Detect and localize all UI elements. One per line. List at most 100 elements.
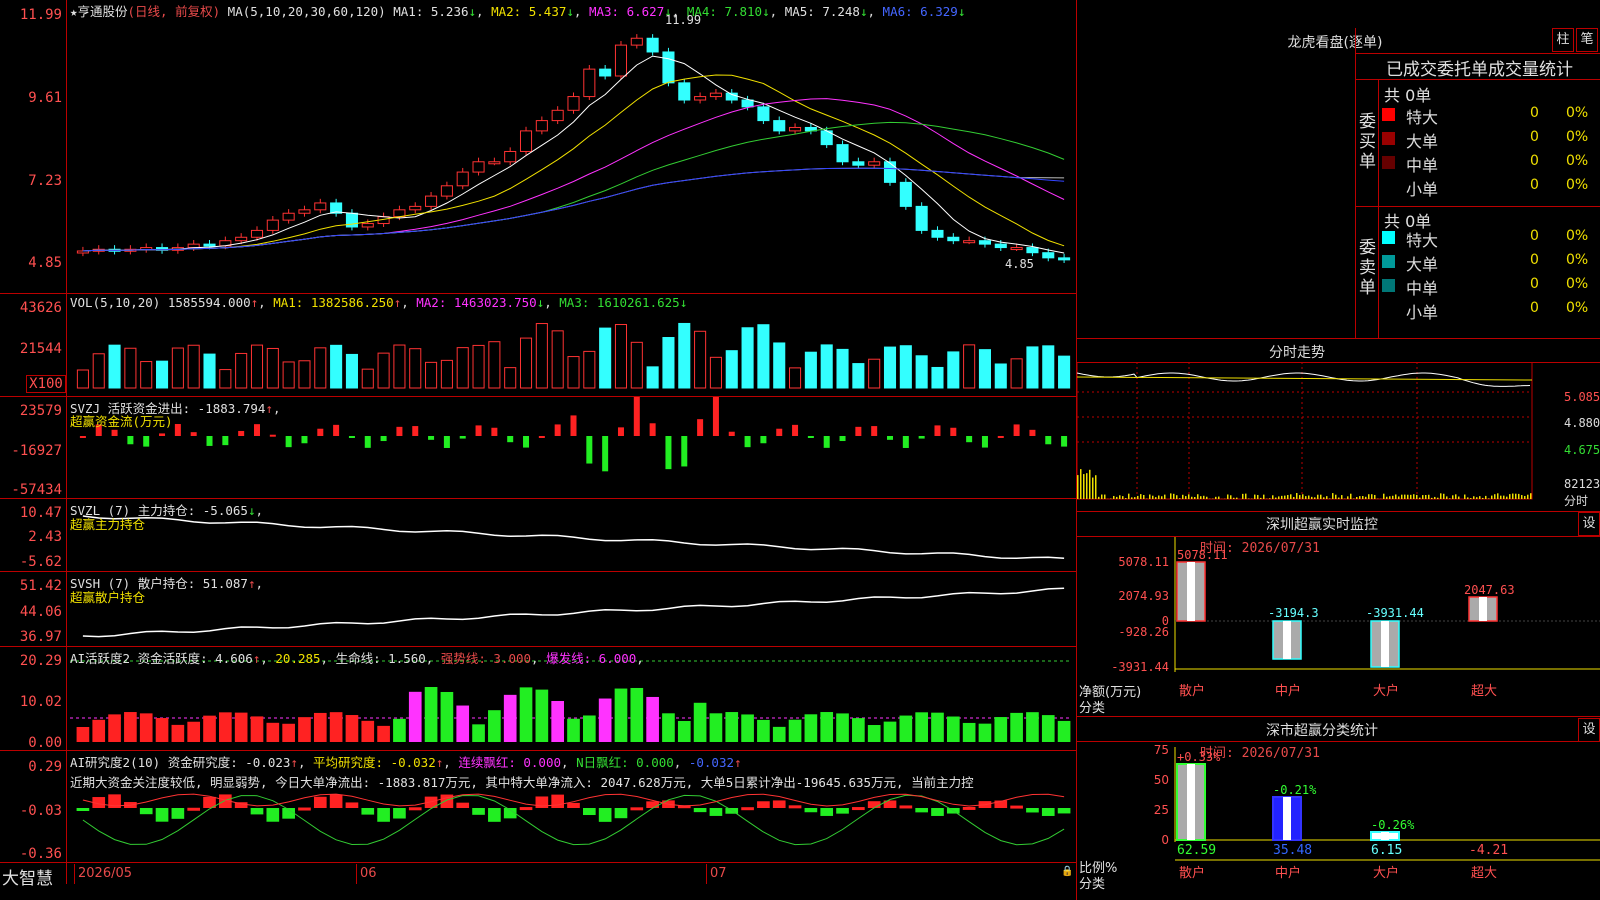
fenshi-volume-bar [1098, 497, 1100, 499]
fenshi-volume-bar [1515, 494, 1517, 499]
fenshi-volume-bar [1365, 497, 1367, 499]
fenshi-volume-bar [1206, 497, 1208, 499]
flow-bar [222, 436, 228, 445]
sell-row: 中单 0 0% [1380, 274, 1600, 298]
volume-bar [869, 359, 880, 388]
activity-bar [915, 712, 928, 742]
fenshi-volume-bar [1182, 495, 1184, 499]
fenshi-volume-bar [1308, 496, 1310, 499]
fenshi-volume-bar [1080, 469, 1082, 499]
chart-mode[interactable]: (日线, 前复权) [128, 4, 221, 19]
fenshi-volume-bar [1332, 493, 1334, 499]
tick-mode-button[interactable]: 笔 [1576, 28, 1598, 52]
candle-body [584, 69, 595, 96]
research-bar [346, 802, 359, 808]
flow-bar [349, 436, 355, 438]
flow-bar [428, 436, 434, 440]
research-bar [757, 801, 770, 808]
date-tick [74, 864, 75, 884]
research-bar [1010, 806, 1023, 809]
flow-bar [381, 436, 387, 441]
candle-body [1043, 253, 1054, 258]
flow-bar [159, 433, 165, 436]
fenshi-axis: 4.675 [1564, 443, 1600, 457]
fenshi-volume-bar [1356, 497, 1358, 499]
fenshi-volume-bar [1320, 495, 1322, 499]
sz-monitor-chart[interactable]: 5078.112074.930-928.26-3931.445078.11散户-… [1077, 537, 1600, 717]
fenshi-chart[interactable] [1077, 362, 1600, 512]
activity-bar [773, 727, 786, 742]
row-count: 0 [1530, 105, 1539, 121]
fenshi-volume-bar [1431, 498, 1433, 499]
candle-body [441, 186, 452, 196]
row-name: 特大 [1406, 104, 1438, 128]
ma5-value: MA5: 7.248 [785, 4, 860, 19]
flow-bar [238, 431, 244, 436]
fenshi-volume-bar [1227, 494, 1229, 499]
buy-row: 特大 0 0% [1380, 103, 1600, 127]
row-count: 0 [1530, 129, 1539, 145]
fenshi-volume-bar [1419, 498, 1421, 499]
high-mark: 11.99 [665, 13, 701, 27]
ai1-label: AI活跃度2 资金活跃度: 4.606 [70, 651, 253, 666]
cls-category-label: 超大 [1471, 866, 1497, 881]
research-bar [298, 808, 311, 811]
sell-row: 大单 0 0% [1380, 250, 1600, 274]
sz-class-chart[interactable]: 75 50 25 0 +0.33% 62.59 散户 -0.21% 35.48 中户 -0.26% 6… [1077, 742, 1600, 900]
fenshi-volume-bar [1473, 496, 1475, 499]
fenshi-volume-bar [1437, 498, 1439, 499]
stock-name[interactable]: ★亨通股份 [70, 4, 128, 19]
ai1-v5: 爆发线: 6.000 [546, 651, 636, 666]
flow-bar [840, 436, 846, 441]
vol-ma2: MA2: 1463023.750 [416, 295, 536, 310]
settings-button[interactable]: 设 [1578, 718, 1600, 742]
research-bar [567, 803, 580, 808]
row-count: 0 [1530, 276, 1539, 292]
candle-body [695, 97, 706, 100]
fenshi-axis: 5.085 [1564, 390, 1600, 404]
volume-bar [600, 328, 611, 388]
candle-body [900, 182, 911, 206]
fenshi-volume-bar [1443, 494, 1445, 499]
candle-body [647, 38, 658, 52]
fenshi-volume-bar [1188, 494, 1190, 499]
vol-unit-label[interactable]: X100 [26, 375, 66, 393]
ma3-value: MA3: 6.627 [589, 4, 664, 19]
lock-icon[interactable]: 🔒 [1061, 866, 1073, 877]
ai1-v2: 20.285 [275, 651, 320, 666]
candle-body [884, 162, 895, 183]
sz-xlabel: 分类 [1079, 697, 1105, 716]
flow-bar [143, 436, 149, 447]
sz-bar-highlight [1187, 562, 1195, 621]
activity-bar [551, 701, 564, 742]
ai2-v3: 连续飘红: 0.000 [458, 755, 561, 770]
activity-bar [298, 717, 311, 742]
research-bar [314, 797, 327, 808]
fenshi-volume-bar [1077, 475, 1079, 499]
activity-bar [219, 712, 232, 742]
row-name: 小单 [1406, 176, 1438, 200]
row-name: 中单 [1406, 275, 1438, 299]
bar-mode-button[interactable]: 柱 [1552, 28, 1574, 52]
candle-body [615, 45, 626, 76]
ai2-axis: 0.29 [0, 759, 62, 775]
sz-axis-label: -928.26 [1118, 625, 1169, 639]
volume-bar [473, 345, 484, 388]
settings-button[interactable]: 设 [1578, 512, 1600, 536]
flow-bar [808, 436, 814, 438]
fenshi-volume-bar [1416, 495, 1418, 499]
volume-bar [188, 345, 199, 388]
volume-bar [932, 367, 943, 388]
volume-bar [695, 331, 706, 388]
research-bar [820, 808, 833, 816]
fenshi-volume-bar [1314, 497, 1316, 499]
lhkp-subtitle: 已成交委托单成交量统计 [1386, 55, 1573, 80]
ai2-header: AI研究度2(10) 资金研究度: -0.023↑, 平均研究度: -0.032… [70, 752, 742, 771]
sz-axis-label: -3931.44 [1111, 660, 1169, 674]
volume-bar [821, 345, 832, 388]
research-bar [187, 808, 200, 811]
volume-bar [441, 360, 452, 388]
fenshi-volume-bar [1386, 497, 1388, 499]
row-count: 0 [1530, 228, 1539, 244]
candle-body [679, 83, 690, 100]
